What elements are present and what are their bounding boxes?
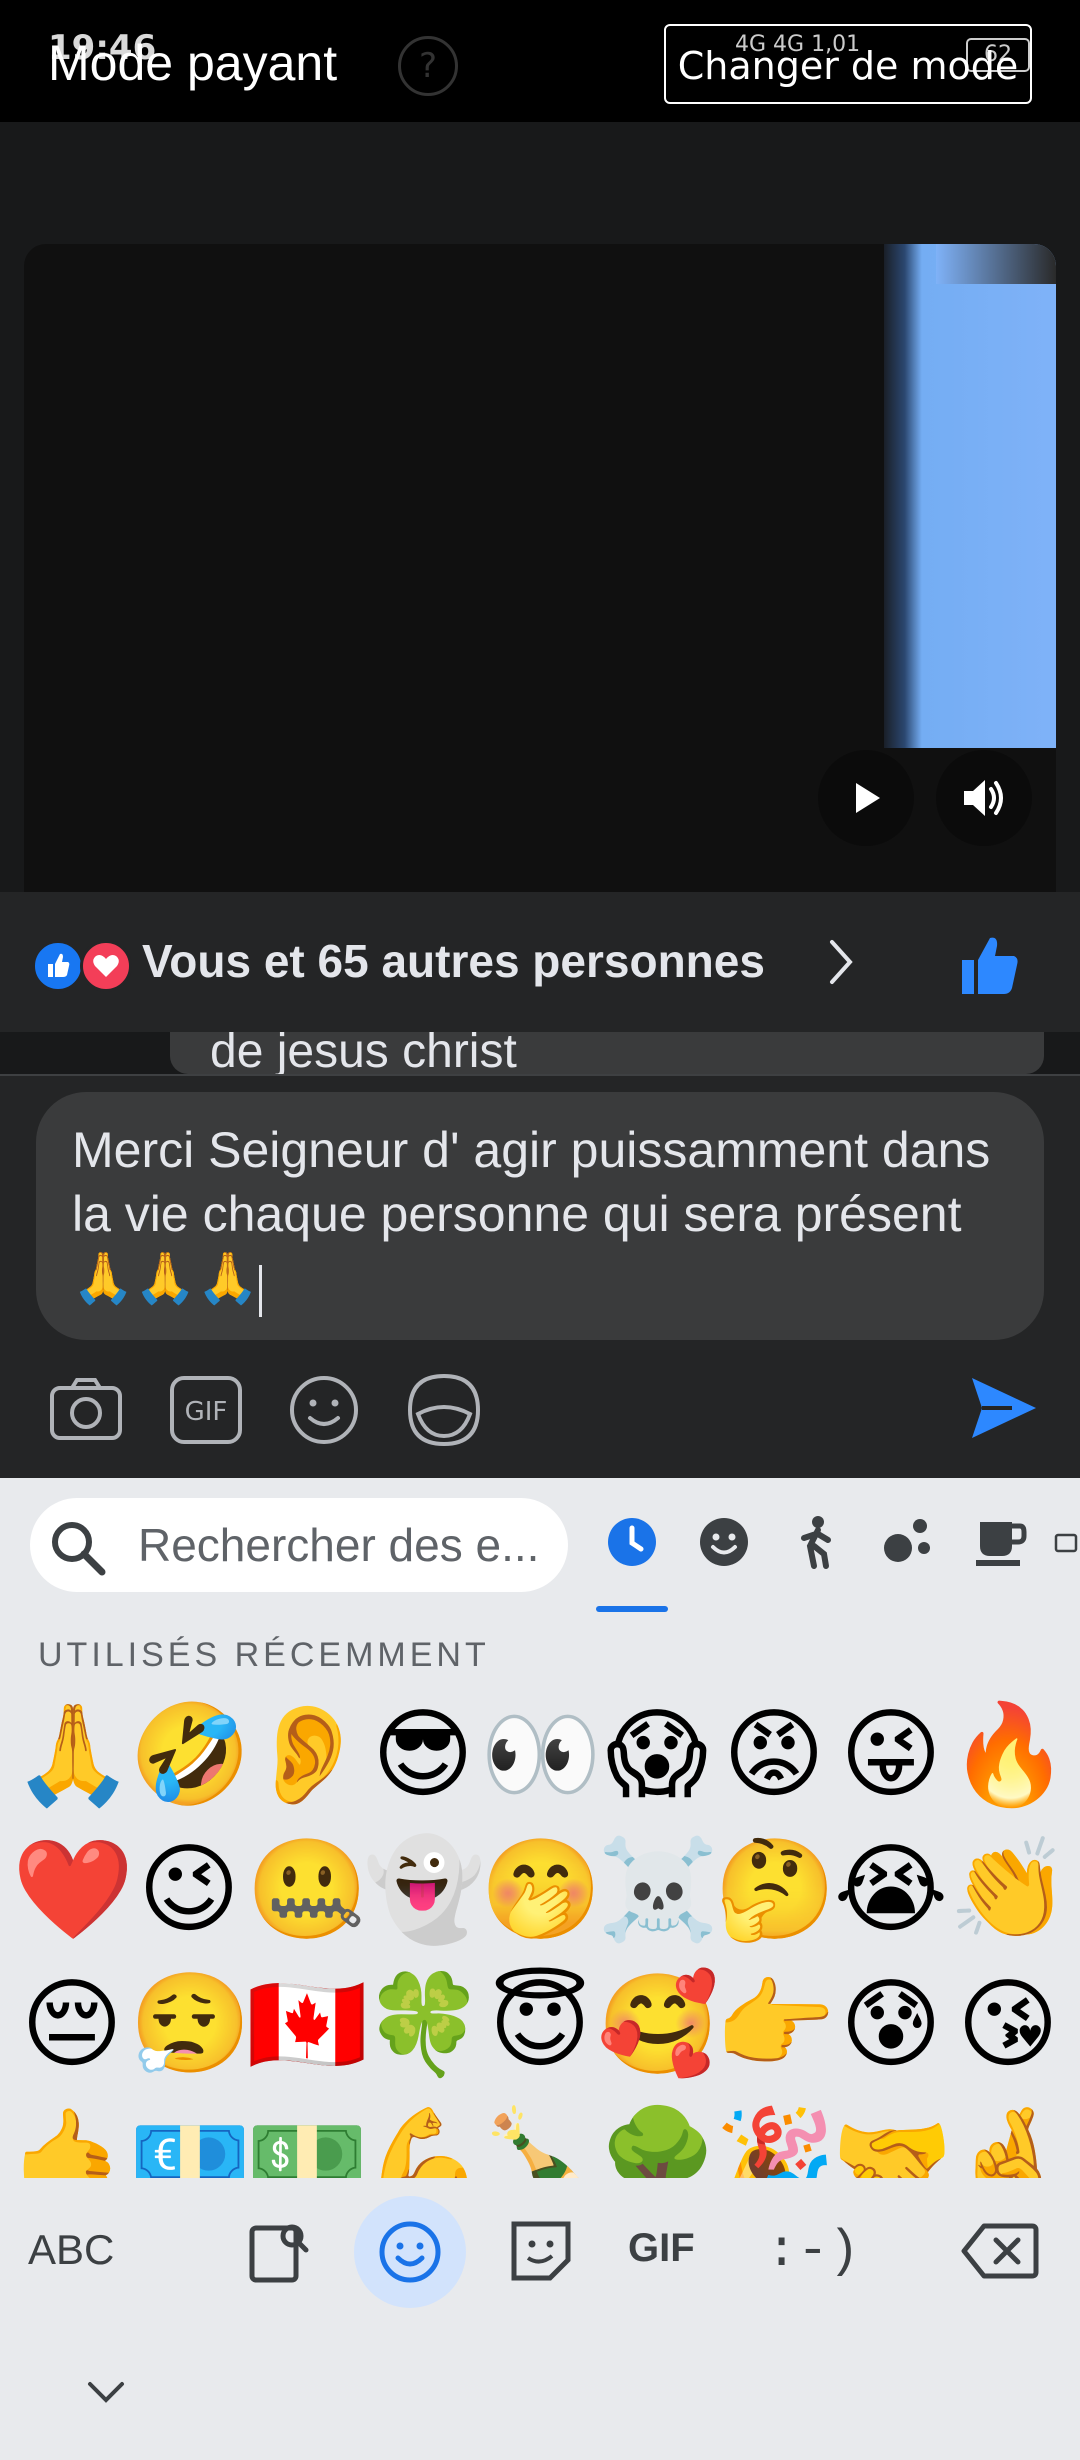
sticker-button[interactable] [404, 1370, 484, 1450]
smiley-icon [290, 1376, 358, 1444]
backspace-icon [961, 2223, 1039, 2279]
recent-section-header: UTILISÉS RÉCEMMENT [38, 1636, 490, 1674]
emoji-key[interactable]: 💵 [246, 2095, 368, 2178]
mode-title: Mode payant [48, 35, 338, 91]
video-frame [884, 244, 1056, 748]
change-mode-button[interactable]: Changer de mode [664, 24, 1032, 104]
emoji-key[interactable]: 👻 [363, 1825, 485, 1955]
emoticon-key[interactable]: :-) [766, 2222, 860, 2281]
play-icon [856, 783, 880, 813]
emoji-key[interactable]: 😮‍💨 [129, 1960, 251, 2090]
emoji-key[interactable]: 😰 [831, 1960, 951, 2090]
gif-key[interactable]: GIF [628, 2226, 695, 2271]
emoji-key[interactable]: 🔥 [948, 1690, 1070, 1820]
play-button[interactable] [818, 750, 914, 846]
emoji-key[interactable]: 👀 [480, 1690, 602, 1820]
emoji-key[interactable]: 🤔 [714, 1825, 836, 1955]
emoji-key[interactable]: 👉 [714, 1960, 836, 2090]
category-more-tab[interactable] [1052, 1510, 1080, 1574]
smiley-icon [700, 1518, 748, 1566]
comment-input-text: Merci Seigneur d' agir puissamment dans … [72, 1122, 991, 1306]
send-button[interactable] [968, 1372, 1040, 1448]
thumbs-up-icon [962, 937, 1018, 994]
volume-button[interactable] [936, 750, 1032, 846]
smiley-icon [379, 2221, 441, 2283]
backspace-key[interactable] [960, 2220, 1040, 2286]
emoji-key[interactable]: 💶 [129, 2095, 251, 2178]
emoji-key[interactable]: 😭 [831, 1825, 951, 1955]
emoji-key[interactable]: 👏 [948, 1825, 1070, 1955]
category-activities-tab[interactable] [876, 1510, 940, 1574]
category-recent-tab[interactable] [600, 1510, 664, 1574]
clipboard-key[interactable] [246, 2218, 312, 2288]
emoji-key[interactable]: 😉 [129, 1825, 249, 1955]
like-button[interactable] [958, 934, 1022, 1002]
clipboard-icon [249, 2224, 309, 2283]
love-reaction-icon [80, 940, 132, 992]
emoji-key[interactable]: 🍀 [363, 1960, 485, 2090]
emoji-key[interactable]: 😎 [363, 1690, 483, 1820]
emoji-key[interactable]: 😡 [714, 1690, 834, 1820]
category-food-tab[interactable] [968, 1510, 1032, 1574]
svg-text:GIF: GIF [185, 1397, 228, 1427]
comment-input[interactable]: Merci Seigneur d' agir puissamment dans … [36, 1092, 1044, 1340]
emoji-key[interactable]: 😘 [948, 1960, 1068, 2090]
activities-icon [884, 1519, 930, 1562]
emoji-key[interactable]: 😱 [597, 1690, 717, 1820]
volume-icon [964, 780, 1003, 816]
emoji-key[interactable]: 🤐 [246, 1825, 368, 1955]
collapse-keyboard-button[interactable] [82, 2376, 130, 2412]
emoji-key[interactable]: 😇 [480, 1960, 600, 2090]
emoji-grid: 🙏 🤣 👂 😎 👀 😱 😡 😜 🔥 ❤️ 😉 🤐 👻 🤭 ☠️ 🤔 😭 👏 😔 😮‍💨 🇨🇦 🍀 😇 🥰 👉 😰 😘 🤙 💶 💵 💪 🍾 🌳 🎉 🤝… [0, 1690, 1080, 2178]
emoji-key[interactable]: 🙏 [12, 1690, 134, 1820]
emoji-key[interactable]: 🤭 [480, 1825, 602, 1955]
reactions-summary[interactable]: Vous et 65 autres personnes [142, 934, 765, 988]
category-smileys-tab[interactable] [692, 1510, 756, 1574]
emoji-key[interactable]: ❤️ [12, 1825, 134, 1955]
search-icon [46, 1516, 110, 1584]
text-cursor [258, 1264, 262, 1317]
help-icon[interactable]: ? [398, 36, 458, 96]
gif-button[interactable]: GIF [166, 1370, 246, 1450]
emoji-key[interactable]: ☠️ [597, 1825, 719, 1955]
camera-button[interactable] [46, 1370, 126, 1450]
abc-key[interactable]: ABC [28, 2226, 114, 2274]
emoji-key[interactable]: 🎉 [714, 2095, 836, 2178]
emoji-key[interactable]: 👂 [246, 1690, 368, 1820]
sticker-icon [511, 2221, 571, 2281]
sticker-icon [407, 1373, 481, 1447]
send-icon [972, 1378, 1036, 1438]
emoji-key[interactable]: 🍾 [480, 2095, 602, 2178]
travel-icon [1054, 1533, 1078, 1553]
emoji-keyboard-tab[interactable] [354, 2196, 466, 2308]
coffee-cup-icon [976, 1522, 1027, 1566]
video-player[interactable] [24, 244, 1056, 892]
active-category-indicator [596, 1606, 668, 1612]
chevron-down-icon [88, 2382, 124, 2403]
clock-icon [608, 1518, 656, 1566]
comment-bubble: de jesus christ [170, 1032, 1044, 1074]
category-people-tab[interactable] [784, 1510, 848, 1574]
video-frame-edge [936, 244, 1056, 284]
emoji-key[interactable]: 💪 [363, 2095, 485, 2178]
emoji-button[interactable] [284, 1370, 364, 1450]
emoji-key[interactable]: 🇨🇦 [246, 1960, 368, 2090]
emoji-search-placeholder: Rechercher des e... [138, 1519, 540, 1571]
sticker-key[interactable] [508, 2218, 574, 2288]
emoji-key[interactable]: 🥰 [597, 1960, 719, 2090]
chevron-right-icon[interactable] [822, 934, 862, 994]
emoji-key[interactable]: 🤞 [948, 2095, 1070, 2178]
comment-text: de jesus christ [210, 1032, 517, 1074]
camera-icon [50, 1378, 122, 1440]
emoji-key[interactable]: 🤣 [129, 1690, 251, 1820]
emoji-key[interactable]: 🤝 [831, 2095, 953, 2178]
like-reaction-icon [32, 940, 84, 992]
emoji-key[interactable]: 🤙 [12, 2095, 134, 2178]
gif-icon: GIF [170, 1376, 242, 1444]
person-walking-icon [801, 1516, 831, 1569]
emoji-key[interactable]: 🌳 [597, 2095, 719, 2178]
emoji-key[interactable]: 😜 [831, 1690, 951, 1820]
emoji-key[interactable]: 😔 [12, 1960, 132, 2090]
